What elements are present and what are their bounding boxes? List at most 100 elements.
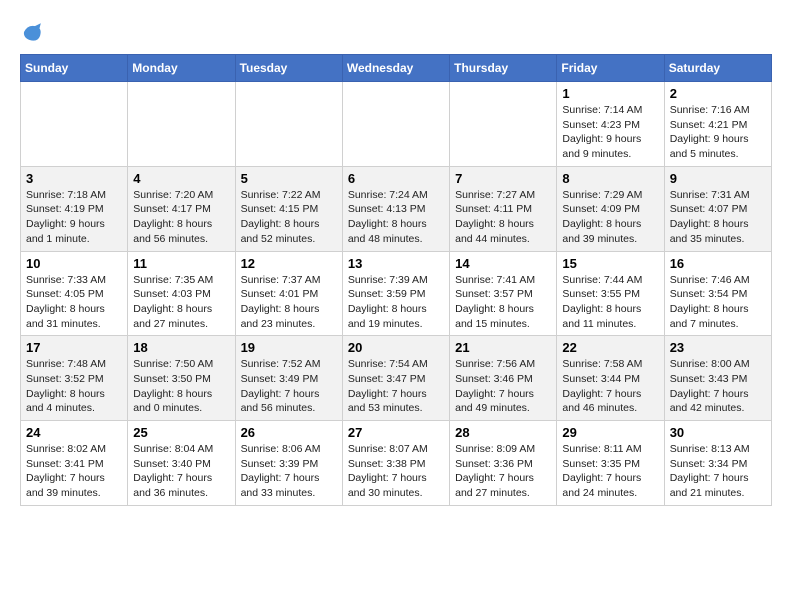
day-number: 2 [670, 86, 766, 101]
day-number: 10 [26, 256, 122, 271]
logo [20, 20, 48, 44]
calendar-week-row: 3 Sunrise: 7:18 AM Sunset: 4:19 PM Daylig… [21, 166, 772, 251]
page-header [20, 20, 772, 44]
calendar-cell [128, 82, 235, 167]
calendar-cell [450, 82, 557, 167]
day-number: 27 [348, 425, 444, 440]
column-header-saturday: Saturday [664, 55, 771, 82]
day-info: Sunrise: 7:31 AM Sunset: 4:07 PM Dayligh… [670, 188, 766, 247]
calendar-cell: 9 Sunrise: 7:31 AM Sunset: 4:07 PM Daylig… [664, 166, 771, 251]
calendar-cell: 1 Sunrise: 7:14 AM Sunset: 4:23 PM Daylig… [557, 82, 664, 167]
calendar-week-row: 10 Sunrise: 7:33 AM Sunset: 4:05 PM Dayli… [21, 251, 772, 336]
day-number: 21 [455, 340, 551, 355]
calendar-cell: 8Sunrise: 7:29 AM Sunset: 4:09 PM Daylig… [557, 166, 664, 251]
day-number: 3 [26, 171, 122, 186]
calendar-cell: 6Sunrise: 7:24 AM Sunset: 4:13 PM Daylig… [342, 166, 449, 251]
day-info: Sunrise: 7:16 AM Sunset: 4:21 PM Dayligh… [670, 103, 766, 162]
day-info: Sunrise: 7:39 AM Sunset: 3:59 PM Dayligh… [348, 273, 444, 332]
calendar-cell: 13 Sunrise: 7:39 AM Sunset: 3:59 PM Dayli… [342, 251, 449, 336]
day-info: Sunrise: 7:33 AM Sunset: 4:05 PM Dayligh… [26, 273, 122, 332]
day-number: 23 [670, 340, 766, 355]
calendar-week-row: 17 Sunrise: 7:48 AM Sunset: 3:52 PM Dayli… [21, 336, 772, 421]
calendar-cell: 5 Sunrise: 7:22 AM Sunset: 4:15 PM Daylig… [235, 166, 342, 251]
day-info: Sunrise: 7:14 AM Sunset: 4:23 PM Dayligh… [562, 103, 658, 162]
day-info: Sunrise: 7:54 AM Sunset: 3:47 PM Dayligh… [348, 357, 444, 416]
calendar-cell: 16 Sunrise: 7:46 AM Sunset: 3:54 PM Dayli… [664, 251, 771, 336]
day-number: 1 [562, 86, 658, 101]
calendar-cell: 23 Sunrise: 8:00 AM Sunset: 3:43 PM Dayli… [664, 336, 771, 421]
day-info: Sunrise: 8:07 AM Sunset: 3:38 PM Dayligh… [348, 442, 444, 501]
column-header-tuesday: Tuesday [235, 55, 342, 82]
calendar-cell: 20 Sunrise: 7:54 AM Sunset: 3:47 PM Dayli… [342, 336, 449, 421]
calendar-header-row: SundayMondayTuesdayWednesdayThursdayFrid… [21, 55, 772, 82]
day-info: Sunrise: 8:02 AM Sunset: 3:41 PM Dayligh… [26, 442, 122, 501]
calendar-cell: 27 Sunrise: 8:07 AM Sunset: 3:38 PM Dayli… [342, 421, 449, 506]
day-info: Sunrise: 7:50 AM Sunset: 3:50 PM Dayligh… [133, 357, 229, 416]
calendar-cell: 4 Sunrise: 7:20 AM Sunset: 4:17 PM Daylig… [128, 166, 235, 251]
calendar-cell: 21 Sunrise: 7:56 AM Sunset: 3:46 PM Dayli… [450, 336, 557, 421]
day-number: 11 [133, 256, 229, 271]
day-info: Sunrise: 7:20 AM Sunset: 4:17 PM Dayligh… [133, 188, 229, 247]
day-number: 24 [26, 425, 122, 440]
day-number: 20 [348, 340, 444, 355]
calendar-cell: 22Sunrise: 7:58 AM Sunset: 3:44 PM Dayli… [557, 336, 664, 421]
day-number: 9 [670, 171, 766, 186]
day-number: 18 [133, 340, 229, 355]
day-info: Sunrise: 7:35 AM Sunset: 4:03 PM Dayligh… [133, 273, 229, 332]
day-number: 30 [670, 425, 766, 440]
calendar-table: SundayMondayTuesdayWednesdayThursdayFrid… [20, 54, 772, 506]
day-info: Sunrise: 7:46 AM Sunset: 3:54 PM Dayligh… [670, 273, 766, 332]
day-number: 26 [241, 425, 337, 440]
column-header-friday: Friday [557, 55, 664, 82]
calendar-cell: 19 Sunrise: 7:52 AM Sunset: 3:49 PM Dayli… [235, 336, 342, 421]
calendar-cell: 26 Sunrise: 8:06 AM Sunset: 3:39 PM Dayli… [235, 421, 342, 506]
column-header-monday: Monday [128, 55, 235, 82]
day-info: Sunrise: 7:44 AM Sunset: 3:55 PM Dayligh… [562, 273, 658, 332]
column-header-sunday: Sunday [21, 55, 128, 82]
calendar-week-row: 1 Sunrise: 7:14 AM Sunset: 4:23 PM Daylig… [21, 82, 772, 167]
calendar-cell: 3 Sunrise: 7:18 AM Sunset: 4:19 PM Daylig… [21, 166, 128, 251]
day-number: 13 [348, 256, 444, 271]
logo-icon [20, 20, 44, 44]
day-info: Sunrise: 7:27 AM Sunset: 4:11 PM Dayligh… [455, 188, 551, 247]
calendar-cell: 25Sunrise: 8:04 AM Sunset: 3:40 PM Dayli… [128, 421, 235, 506]
calendar-cell: 29 Sunrise: 8:11 AM Sunset: 3:35 PM Dayli… [557, 421, 664, 506]
day-info: Sunrise: 8:00 AM Sunset: 3:43 PM Dayligh… [670, 357, 766, 416]
day-number: 14 [455, 256, 551, 271]
day-info: Sunrise: 7:48 AM Sunset: 3:52 PM Dayligh… [26, 357, 122, 416]
day-number: 12 [241, 256, 337, 271]
day-info: Sunrise: 7:52 AM Sunset: 3:49 PM Dayligh… [241, 357, 337, 416]
column-header-thursday: Thursday [450, 55, 557, 82]
calendar-cell: 11 Sunrise: 7:35 AM Sunset: 4:03 PM Dayli… [128, 251, 235, 336]
calendar-cell [21, 82, 128, 167]
day-info: Sunrise: 8:11 AM Sunset: 3:35 PM Dayligh… [562, 442, 658, 501]
day-info: Sunrise: 8:06 AM Sunset: 3:39 PM Dayligh… [241, 442, 337, 501]
calendar-cell: 14 Sunrise: 7:41 AM Sunset: 3:57 PM Dayli… [450, 251, 557, 336]
day-number: 5 [241, 171, 337, 186]
day-number: 29 [562, 425, 658, 440]
calendar-cell: 28 Sunrise: 8:09 AM Sunset: 3:36 PM Dayli… [450, 421, 557, 506]
day-info: Sunrise: 7:29 AM Sunset: 4:09 PM Dayligh… [562, 188, 658, 247]
day-info: Sunrise: 7:18 AM Sunset: 4:19 PM Dayligh… [26, 188, 122, 247]
calendar-cell: 2 Sunrise: 7:16 AM Sunset: 4:21 PM Daylig… [664, 82, 771, 167]
day-info: Sunrise: 7:56 AM Sunset: 3:46 PM Dayligh… [455, 357, 551, 416]
day-number: 28 [455, 425, 551, 440]
calendar-cell: 18 Sunrise: 7:50 AM Sunset: 3:50 PM Dayli… [128, 336, 235, 421]
day-info: Sunrise: 7:58 AM Sunset: 3:44 PM Dayligh… [562, 357, 658, 416]
calendar-cell: 12Sunrise: 7:37 AM Sunset: 4:01 PM Dayli… [235, 251, 342, 336]
day-info: Sunrise: 7:41 AM Sunset: 3:57 PM Dayligh… [455, 273, 551, 332]
day-info: Sunrise: 8:09 AM Sunset: 3:36 PM Dayligh… [455, 442, 551, 501]
calendar-cell: 17 Sunrise: 7:48 AM Sunset: 3:52 PM Dayli… [21, 336, 128, 421]
calendar-cell: 7Sunrise: 7:27 AM Sunset: 4:11 PM Daylig… [450, 166, 557, 251]
day-number: 17 [26, 340, 122, 355]
calendar-cell: 15 Sunrise: 7:44 AM Sunset: 3:55 PM Dayli… [557, 251, 664, 336]
day-number: 19 [241, 340, 337, 355]
calendar-cell: 24 Sunrise: 8:02 AM Sunset: 3:41 PM Dayli… [21, 421, 128, 506]
day-info: Sunrise: 7:24 AM Sunset: 4:13 PM Dayligh… [348, 188, 444, 247]
day-info: Sunrise: 7:22 AM Sunset: 4:15 PM Dayligh… [241, 188, 337, 247]
day-number: 16 [670, 256, 766, 271]
day-info: Sunrise: 8:04 AM Sunset: 3:40 PM Dayligh… [133, 442, 229, 501]
day-number: 15 [562, 256, 658, 271]
day-number: 4 [133, 171, 229, 186]
column-header-wednesday: Wednesday [342, 55, 449, 82]
